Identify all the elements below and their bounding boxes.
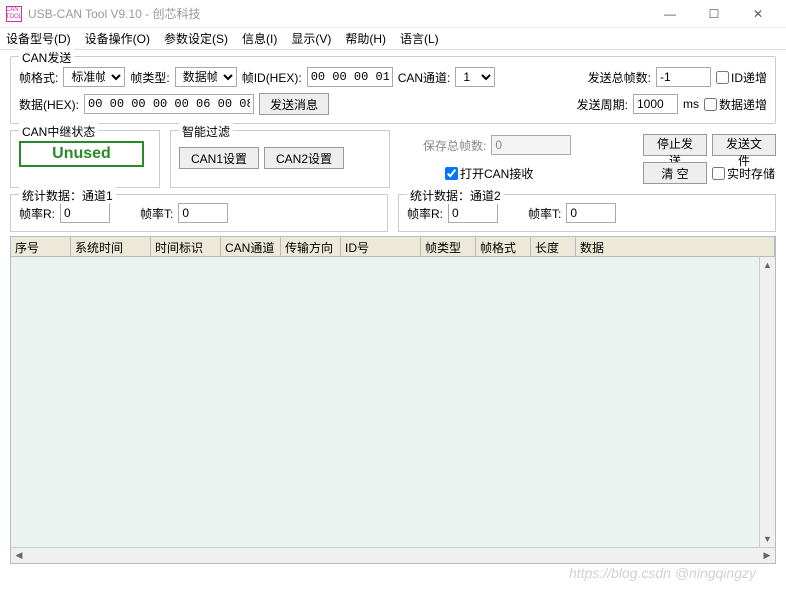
- save-total-input: [491, 135, 571, 155]
- maximize-button[interactable]: ☐: [692, 2, 736, 26]
- menu-device-model[interactable]: 设备型号(D): [6, 30, 71, 47]
- send-message-button[interactable]: 发送消息: [259, 93, 329, 115]
- send-period-label: 发送周期:: [577, 96, 628, 113]
- stats1-legend: 统计数据：通道1: [19, 187, 116, 204]
- send-total-input[interactable]: [656, 67, 711, 87]
- col-systime[interactable]: 系统时间: [71, 237, 151, 256]
- rate-r1-input[interactable]: [60, 203, 110, 223]
- relay-legend: CAN中继状态: [19, 123, 98, 140]
- smart-filter-group: 智能过滤 CAN1设置 CAN2设置: [170, 130, 390, 188]
- data-table: 序号 系统时间 时间标识 CAN通道 传输方向 ID号 帧类型 帧格式 长度 数…: [10, 236, 776, 564]
- can-send-group: CAN发送 帧格式: 标准帧 帧类型: 数据帧 帧ID(HEX): CAN通道:…: [10, 56, 776, 124]
- rate-t1-input[interactable]: [178, 203, 228, 223]
- col-ffmt[interactable]: 帧格式: [476, 237, 531, 256]
- stop-send-button[interactable]: 停止发送: [643, 134, 707, 156]
- rate-t2-label: 帧率T:: [528, 205, 561, 222]
- can-channel-label: CAN通道:: [398, 69, 451, 86]
- send-period-input[interactable]: [633, 94, 678, 114]
- frame-format-select[interactable]: 标准帧: [63, 67, 125, 87]
- vertical-scrollbar[interactable]: ▲ ▼: [759, 257, 775, 547]
- open-can-recv-checkbox[interactable]: 打开CAN接收: [445, 165, 533, 182]
- app-icon: CANTOOL: [6, 6, 22, 22]
- col-dir[interactable]: 传输方向: [281, 237, 341, 256]
- menu-display[interactable]: 显示(V): [291, 30, 331, 47]
- col-id[interactable]: ID号: [341, 237, 421, 256]
- period-unit: ms: [683, 97, 699, 111]
- rate-r2-input[interactable]: [448, 203, 498, 223]
- rate-t1-label: 帧率T:: [140, 205, 173, 222]
- menu-device-op[interactable]: 设备操作(O): [85, 30, 150, 47]
- table-header: 序号 系统时间 时间标识 CAN通道 传输方向 ID号 帧类型 帧格式 长度 数…: [11, 237, 775, 257]
- minimize-button[interactable]: —: [648, 2, 692, 26]
- stats-channel1-group: 统计数据：通道1 帧率R: 帧率T:: [10, 194, 388, 232]
- scroll-up-icon[interactable]: ▲: [760, 257, 775, 273]
- col-data[interactable]: 数据: [576, 237, 775, 256]
- can-send-legend: CAN发送: [19, 49, 74, 66]
- col-timemark[interactable]: 时间标识: [151, 237, 221, 256]
- menu-lang[interactable]: 语言(L): [400, 30, 439, 47]
- menu-param[interactable]: 参数设定(S): [164, 30, 228, 47]
- scroll-right-icon[interactable]: ▶: [759, 548, 775, 563]
- clear-button[interactable]: 清 空: [643, 162, 707, 184]
- scroll-left-icon[interactable]: ◀: [11, 548, 27, 563]
- frame-id-label: 帧ID(HEX):: [242, 69, 302, 86]
- can2-settings-button[interactable]: CAN2设置: [264, 147, 344, 169]
- table-body: ▲ ▼: [11, 257, 775, 547]
- stats2-legend: 统计数据：通道2: [407, 187, 504, 204]
- save-total-label: 保存总帧数:: [423, 137, 486, 154]
- col-len[interactable]: 长度: [531, 237, 576, 256]
- frame-type-label: 帧类型:: [130, 69, 169, 86]
- rate-r1-label: 帧率R:: [19, 205, 55, 222]
- titlebar: CANTOOL USB-CAN Tool V9.10 - 创芯科技 — ☐ ✕: [0, 0, 786, 28]
- id-increment-checkbox[interactable]: ID递增: [716, 69, 767, 86]
- data-increment-checkbox[interactable]: 数据递增: [704, 96, 767, 113]
- menu-help[interactable]: 帮助(H): [345, 30, 386, 47]
- window-title: USB-CAN Tool V9.10 - 创芯科技: [28, 5, 648, 22]
- rate-t2-input[interactable]: [566, 203, 616, 223]
- col-ftype[interactable]: 帧类型: [421, 237, 476, 256]
- col-canch[interactable]: CAN通道: [221, 237, 281, 256]
- close-button[interactable]: ✕: [736, 2, 780, 26]
- horizontal-scrollbar[interactable]: ◀ ▶: [11, 547, 775, 563]
- scroll-down-icon[interactable]: ▼: [760, 531, 775, 547]
- relay-status-badge: Unused: [19, 141, 144, 167]
- data-hex-label: 数据(HEX):: [19, 96, 79, 113]
- frame-format-label: 帧格式:: [19, 69, 58, 86]
- col-seq[interactable]: 序号: [11, 237, 71, 256]
- filter-legend: 智能过滤: [179, 123, 233, 140]
- data-hex-input[interactable]: [84, 94, 254, 114]
- frame-type-select[interactable]: 数据帧: [175, 67, 237, 87]
- frame-id-input[interactable]: [307, 67, 393, 87]
- send-file-button[interactable]: 发送文件: [712, 134, 776, 156]
- send-total-label: 发送总帧数:: [588, 69, 651, 86]
- can-channel-select[interactable]: 1: [455, 67, 495, 87]
- stats-channel2-group: 统计数据：通道2 帧率R: 帧率T:: [398, 194, 776, 232]
- realtime-save-checkbox[interactable]: 实时存储: [712, 165, 776, 182]
- menu-info[interactable]: 信息(I): [242, 30, 277, 47]
- can1-settings-button[interactable]: CAN1设置: [179, 147, 259, 169]
- menubar: 设备型号(D) 设备操作(O) 参数设定(S) 信息(I) 显示(V) 帮助(H…: [0, 28, 786, 50]
- relay-status-group: CAN中继状态 Unused: [10, 130, 160, 188]
- rate-r2-label: 帧率R:: [407, 205, 443, 222]
